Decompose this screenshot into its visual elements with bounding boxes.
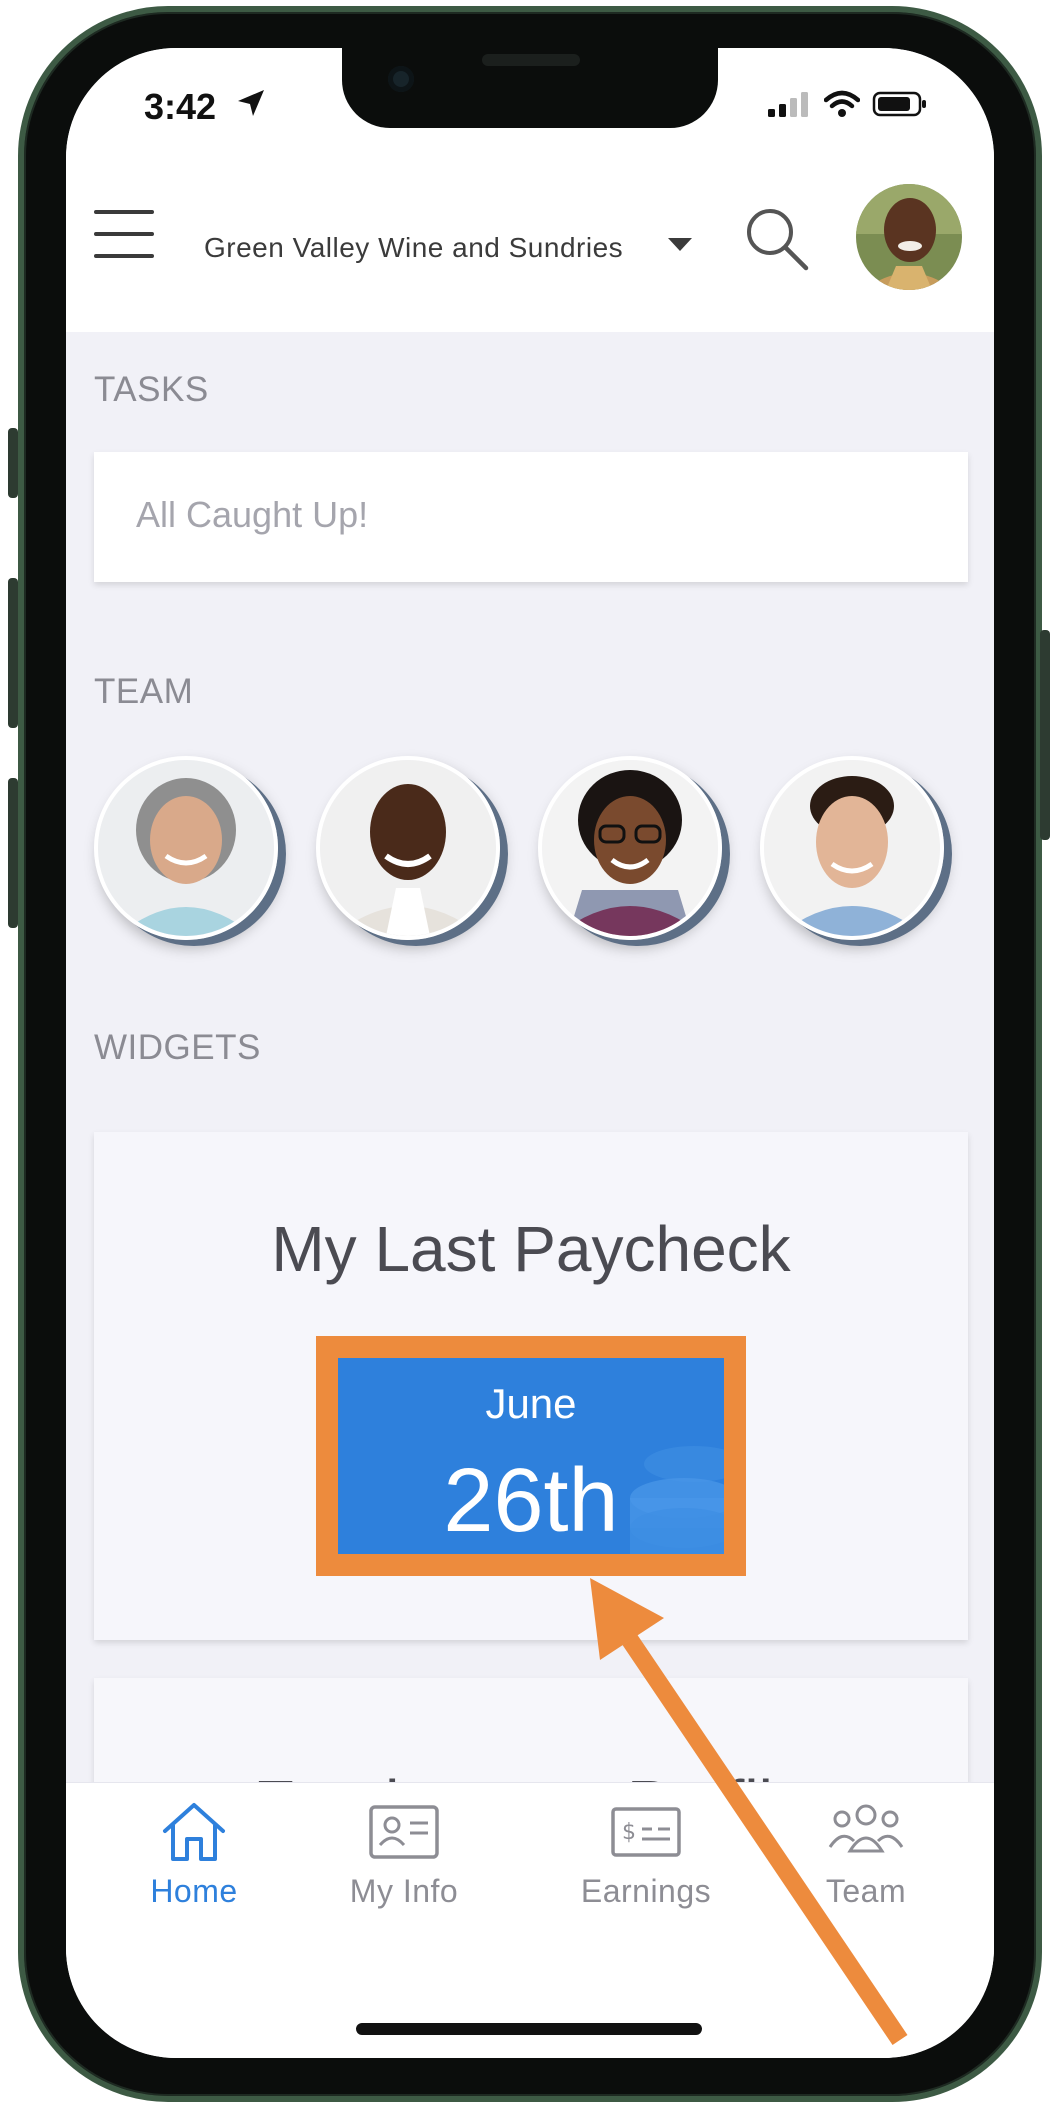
widgets-section-label: WIDGETS (94, 1028, 261, 1067)
menu-line-icon (94, 254, 154, 258)
team-members-row (94, 756, 968, 946)
menu-line-icon (94, 232, 154, 236)
person-photo-icon (542, 760, 718, 936)
nav-team[interactable]: Team (766, 1801, 966, 1951)
nav-team-label: Team (825, 1873, 907, 1909)
power-button (1040, 630, 1050, 840)
company-selector-label[interactable]: Green Valley Wine and Sundries (204, 232, 623, 264)
svg-text:$: $ (622, 1820, 636, 1845)
team-section-label: TEAM (94, 672, 194, 711)
volume-down-button (8, 778, 18, 928)
app-header: Green Valley Wine and Sundries (66, 158, 994, 332)
wifi-icon (824, 90, 860, 117)
phone-screen: 3:42 Green Valley Wine and Sundries TASK… (66, 48, 994, 2058)
tasks-section-label: TASKS (94, 370, 209, 409)
person-photo-icon (98, 760, 274, 936)
front-camera (388, 66, 414, 92)
task-card[interactable]: All Caught Up! (94, 452, 968, 582)
home-icon (163, 1803, 225, 1861)
nav-earnings[interactable]: $ Earnings (546, 1801, 746, 1951)
id-card-icon (369, 1805, 439, 1859)
paycheck-widget-title: My Last Paycheck (271, 1213, 791, 1285)
bottom-navigation: Home My Info $ Earnings Team (66, 1782, 994, 2058)
nav-my-info-label: My Info (349, 1873, 459, 1909)
user-avatar-icon (856, 184, 962, 290)
status-time: 3:42 (144, 86, 217, 127)
paycheck-month: June (485, 1380, 577, 1427)
nav-my-info[interactable]: My Info (304, 1801, 504, 1951)
team-member-avatar[interactable] (760, 756, 944, 940)
battery-icon (872, 91, 926, 117)
task-empty-message: All Caught Up! (136, 494, 369, 535)
people-icon (828, 1804, 904, 1853)
nav-earnings-label: Earnings (580, 1873, 712, 1909)
highlight-box: June 26th (316, 1336, 746, 1576)
speaker-grille (482, 54, 580, 66)
menu-line-icon (94, 210, 154, 214)
check-icon: $ (611, 1807, 681, 1857)
nav-home-label: Home (150, 1873, 238, 1909)
team-member-avatar[interactable] (538, 756, 722, 940)
paycheck-widget[interactable]: My Last Paycheck June 26th (94, 1132, 968, 1640)
chevron-down-icon[interactable] (668, 238, 692, 251)
person-photo-icon (320, 760, 496, 936)
silent-switch (8, 428, 18, 498)
user-avatar[interactable] (856, 184, 962, 290)
phone-notch (342, 48, 718, 128)
location-arrow-icon (238, 90, 264, 116)
home-indicator (356, 2023, 702, 2035)
team-member-avatar[interactable] (94, 756, 278, 940)
team-member-avatar[interactable] (316, 756, 500, 940)
volume-up-button (8, 578, 18, 728)
hamburger-menu-button[interactable] (94, 210, 154, 258)
cellular-signal-icon (768, 92, 808, 117)
paycheck-date-tile[interactable]: June 26th (338, 1358, 724, 1554)
status-icons (768, 90, 928, 118)
nav-home[interactable]: Home (94, 1801, 294, 1951)
paycheck-day: 26th (443, 1451, 619, 1551)
search-icon[interactable] (742, 204, 812, 274)
person-photo-icon (764, 760, 940, 936)
